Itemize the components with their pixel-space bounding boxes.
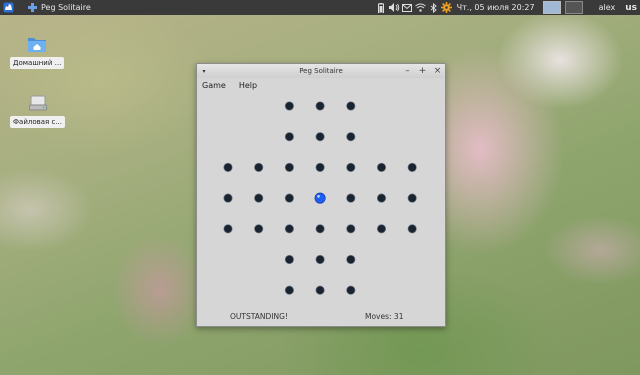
empty-hole[interactable]	[315, 101, 325, 111]
empty-hole[interactable]	[223, 224, 233, 234]
home-folder-icon	[28, 38, 47, 52]
empty-hole[interactable]	[223, 193, 233, 203]
taskbar-button-peg-solitaire[interactable]: Peg Solitaire	[22, 0, 97, 15]
minimize-button[interactable]: –	[400, 66, 415, 76]
desktop-icon-label: Домашний ...	[10, 57, 65, 69]
mail-icon[interactable]	[401, 0, 414, 15]
empty-hole[interactable]	[315, 254, 325, 265]
empty-hole[interactable]	[346, 101, 356, 111]
empty-hole[interactable]	[284, 132, 294, 142]
move-counter: Moves: 31	[365, 311, 404, 321]
battery-icon[interactable]	[375, 0, 388, 15]
empty-hole[interactable]	[284, 285, 294, 295]
empty-hole[interactable]	[407, 162, 417, 172]
empty-hole[interactable]	[254, 193, 264, 203]
menu-help[interactable]: Help	[239, 81, 264, 90]
window-menu-chevron-icon[interactable]: ▾	[197, 68, 211, 75]
menu-game[interactable]: Game	[202, 81, 233, 90]
volume-icon[interactable]	[388, 0, 401, 15]
statusbar: OUTSTANDING! Moves: 31	[197, 306, 445, 326]
peg-solitaire-window: ▾ Peg Solitaire – + × Game Help OUTSTAND…	[196, 63, 446, 327]
empty-hole[interactable]	[346, 224, 356, 234]
empty-hole[interactable]	[346, 254, 356, 265]
empty-hole[interactable]	[315, 132, 325, 142]
empty-hole[interactable]	[284, 101, 294, 111]
app-menu-button[interactable]	[0, 0, 16, 15]
empty-hole[interactable]	[346, 193, 356, 203]
workspace-2[interactable]	[564, 1, 583, 14]
empty-hole[interactable]	[284, 162, 294, 172]
empty-hole[interactable]	[376, 224, 387, 234]
empty-hole[interactable]	[284, 193, 294, 203]
empty-hole[interactable]	[254, 224, 264, 234]
wifi-icon[interactable]	[414, 0, 427, 15]
peg-solitaire-app-icon	[28, 3, 37, 12]
desktop-icon-home[interactable]: Домашний ...	[10, 35, 65, 69]
empty-hole[interactable]	[315, 224, 325, 234]
empty-hole[interactable]	[284, 224, 294, 234]
empty-hole[interactable]	[284, 254, 294, 265]
menubar: Game Help	[197, 78, 445, 93]
empty-hole[interactable]	[346, 132, 356, 142]
empty-hole[interactable]	[407, 224, 417, 234]
clock[interactable]: Чт., 05 июля 20:27	[453, 3, 541, 12]
peg-highlight	[317, 194, 320, 198]
top-panel: Peg Solitaire Чт., 05 июля 20:27 alex us	[0, 0, 640, 15]
empty-hole[interactable]	[376, 193, 387, 203]
peg-board[interactable]	[197, 93, 445, 309]
empty-hole[interactable]	[407, 193, 417, 203]
game-status: OUTSTANDING!	[230, 311, 288, 321]
workspace-1[interactable]	[542, 1, 561, 14]
window-titlebar[interactable]: ▾ Peg Solitaire – + ×	[197, 64, 445, 78]
maximize-button[interactable]: +	[415, 66, 430, 76]
desktop-icon-label: Файловая с...	[10, 116, 65, 128]
keyboard-layout-indicator[interactable]: us	[620, 3, 640, 13]
user-menu[interactable]: alex	[585, 3, 621, 12]
close-button[interactable]: ×	[430, 66, 445, 76]
empty-hole[interactable]	[376, 162, 387, 172]
empty-hole[interactable]	[315, 285, 325, 295]
system-tray: Чт., 05 июля 20:27 alex us	[375, 0, 640, 15]
empty-hole[interactable]	[346, 285, 356, 295]
empty-hole[interactable]	[346, 162, 356, 172]
taskbar-title: Peg Solitaire	[41, 3, 91, 12]
peg[interactable]	[314, 192, 326, 204]
empty-hole[interactable]	[254, 162, 264, 172]
empty-hole[interactable]	[223, 162, 233, 172]
empty-hole[interactable]	[315, 162, 325, 172]
desktop-icon-filesystem[interactable]: Файловая с...	[10, 94, 65, 128]
settings-gear-icon[interactable]	[440, 0, 453, 15]
drive-icon	[28, 95, 47, 111]
xfce-mouse-icon	[3, 2, 13, 13]
bluetooth-icon[interactable]	[427, 0, 440, 15]
